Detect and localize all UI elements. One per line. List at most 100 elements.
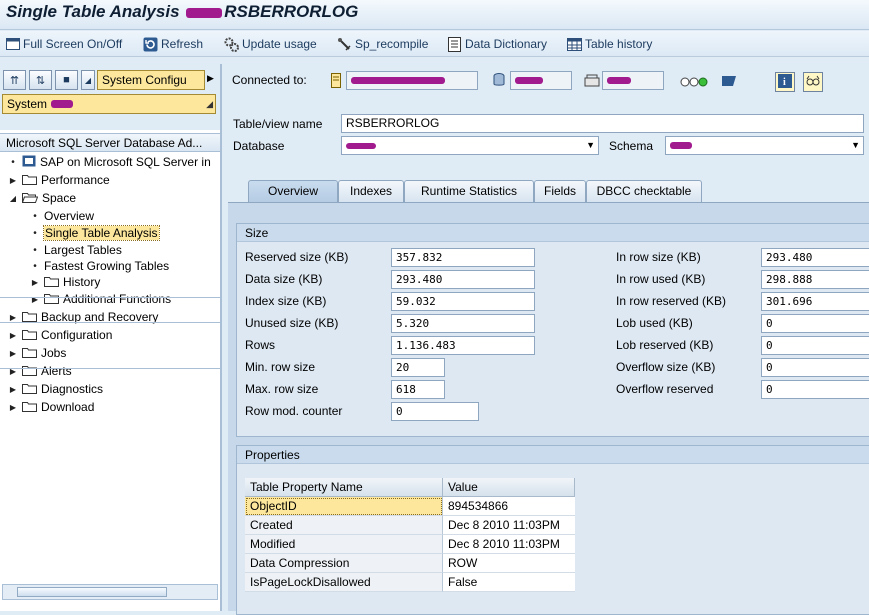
- title-bar: Single Table Analysis RSBERRORLOG: [0, 0, 869, 30]
- collapsed-arrow-icon[interactable]: ▶: [8, 313, 18, 322]
- tree-item[interactable]: • SAP on Microsoft SQL Server in: [8, 153, 211, 171]
- overview-panel: Size Reserved size (KB) 357.832 Data size …: [228, 202, 869, 615]
- table-cell-value[interactable]: Dec 8 2010 11:03PM: [443, 535, 575, 554]
- glasses-button[interactable]: [803, 72, 823, 92]
- table-cell-property[interactable]: Created: [245, 516, 443, 535]
- size-group: Size Reserved size (KB) 357.832 Data size …: [236, 223, 869, 437]
- table-cell-value[interactable]: Dec 8 2010 11:03PM: [443, 516, 575, 535]
- menu-dropdown-button[interactable]: ◢: [81, 70, 95, 90]
- navigation-toolbar: ⇈ ⇅ ■ ◢ System Configu ▶ System ◢: [0, 64, 220, 130]
- tree-item-label: Fastest Growing Tables: [44, 259, 170, 273]
- tab-dbcc-checktable[interactable]: DBCC checktable: [586, 180, 702, 202]
- size-field-value: 59.032: [391, 292, 535, 311]
- tree-item[interactable]: ▶ Jobs: [8, 344, 66, 362]
- schema-select[interactable]: ▼: [665, 136, 864, 155]
- table-cell-property[interactable]: Modified: [245, 535, 443, 554]
- sap-document-icon: [22, 155, 36, 170]
- database-select[interactable]: ▼: [341, 136, 599, 155]
- tree-item-label: Alerts: [41, 364, 72, 378]
- sid-field: [510, 71, 572, 90]
- collapsed-arrow-icon[interactable]: ▶: [8, 385, 18, 394]
- tree-item[interactable]: ▶ Configuration: [8, 326, 112, 344]
- size-field-value: 20: [391, 358, 445, 377]
- database-label: Database: [233, 139, 285, 153]
- folder-icon: [22, 173, 37, 188]
- size-field-label: Lob reserved (KB): [616, 338, 714, 352]
- collapsed-arrow-icon[interactable]: ▶: [8, 331, 18, 340]
- table-history-button[interactable]: Table history: [567, 35, 652, 53]
- tree-item[interactable]: ▶ Diagnostics: [8, 380, 103, 398]
- table-cell-value[interactable]: False: [443, 573, 575, 592]
- expand-button[interactable]: ⇅: [29, 70, 52, 90]
- table-cell-property[interactable]: Data Compression: [245, 554, 443, 573]
- tab-fields[interactable]: Fields: [534, 180, 586, 202]
- tree-divider: [0, 322, 220, 323]
- tree-item[interactable]: ▶ Download: [8, 398, 94, 416]
- tree-item-label: Space: [42, 191, 77, 205]
- small-arrow-icon: ◢: [84, 75, 92, 85]
- connection-bar: Connected to: i: [228, 67, 869, 93]
- update-usage-button[interactable]: Update usage: [224, 35, 317, 53]
- wrench-icon: [337, 37, 352, 52]
- bullet-icon: •: [11, 156, 15, 168]
- main-content: Connected to: i Table/view name RSBERROR…: [228, 64, 869, 615]
- system-selector[interactable]: System ◢: [2, 94, 216, 114]
- collapsed-arrow-icon[interactable]: ▶: [30, 295, 40, 304]
- collapse-button[interactable]: ⇈: [3, 70, 26, 90]
- tree-item-label: Download: [41, 400, 95, 414]
- chevron-right-icon[interactable]: ▶: [207, 73, 214, 84]
- status-lights-icon: [680, 76, 710, 90]
- size-field-value: 293.480: [391, 270, 535, 289]
- tree-item[interactable]: ▶ Backup and Recovery: [8, 308, 158, 326]
- tree-divider: [0, 368, 220, 369]
- collapsed-arrow-icon[interactable]: ▶: [30, 278, 40, 287]
- scrollbar-thumb[interactable]: [17, 587, 167, 597]
- collapsed-arrow-icon[interactable]: ▶: [8, 403, 18, 412]
- table-cell-property[interactable]: IsPageLockDisallowed: [245, 573, 443, 592]
- tab-indexes[interactable]: Indexes: [338, 180, 404, 202]
- collapsed-arrow-icon[interactable]: ▶: [8, 176, 18, 185]
- data-dictionary-button[interactable]: Data Dictionary: [447, 35, 547, 53]
- schema-label: Schema: [609, 139, 654, 153]
- favorites-button[interactable]: ■: [55, 70, 78, 90]
- connected-to-label: Connected to:: [232, 73, 307, 87]
- tree-item[interactable]: ▶ Performance: [8, 171, 110, 189]
- info-button[interactable]: i: [775, 72, 795, 92]
- folder-icon: [44, 292, 59, 307]
- system-configuration-selector[interactable]: System Configu: [97, 70, 205, 90]
- tree-item[interactable]: ▶ Additional Functions: [30, 290, 171, 308]
- gears-icon: [224, 37, 239, 52]
- tree-item[interactable]: ▶ Alerts: [8, 362, 72, 380]
- tree-item[interactable]: ◢ Space: [8, 189, 76, 207]
- size-field-value: 0: [761, 314, 869, 333]
- full-screen-button[interactable]: Full Screen On/Off: [5, 35, 122, 53]
- refresh-button[interactable]: Refresh: [143, 35, 203, 53]
- tab-runtime-statistics[interactable]: Runtime Statistics: [404, 180, 534, 202]
- size-field-label: Reserved size (KB): [245, 250, 349, 264]
- table-column-header[interactable]: Table Property Name: [245, 478, 443, 497]
- tab-overview[interactable]: Overview: [248, 180, 338, 203]
- horizontal-scrollbar[interactable]: [2, 584, 218, 600]
- tree-item[interactable]: • Single Table Analysis: [30, 224, 160, 242]
- collapsed-arrow-icon[interactable]: ▶: [8, 349, 18, 358]
- expanded-arrow-icon[interactable]: ◢: [8, 194, 18, 203]
- table-cell-property[interactable]: ObjectID: [245, 497, 443, 516]
- size-field-value: 357.832: [391, 248, 535, 267]
- tree-item[interactable]: ▶ History: [30, 273, 100, 291]
- tree-item-label: Overview: [44, 209, 95, 223]
- size-group-title: Size: [237, 224, 869, 242]
- size-field-label: Row mod. counter: [245, 404, 343, 418]
- tree-item-label: Single Table Analysis: [43, 225, 160, 241]
- folder-icon: [22, 382, 37, 397]
- table-cell-value[interactable]: ROW: [443, 554, 575, 573]
- table-view-name-input[interactable]: RSBERRORLOG: [341, 114, 864, 133]
- expand-icon: ⇅: [35, 74, 46, 87]
- table-column-header[interactable]: Value: [443, 478, 575, 497]
- folder-icon: [22, 328, 37, 343]
- tree-item-label: History: [63, 275, 101, 289]
- dropdown-arrow-icon: ▼: [851, 140, 860, 150]
- sp-recompile-button[interactable]: Sp_recompile: [337, 35, 428, 53]
- tree-item[interactable]: • Overview: [30, 207, 94, 225]
- table-cell-value[interactable]: 894534866: [443, 497, 575, 516]
- server-icon: [331, 73, 341, 91]
